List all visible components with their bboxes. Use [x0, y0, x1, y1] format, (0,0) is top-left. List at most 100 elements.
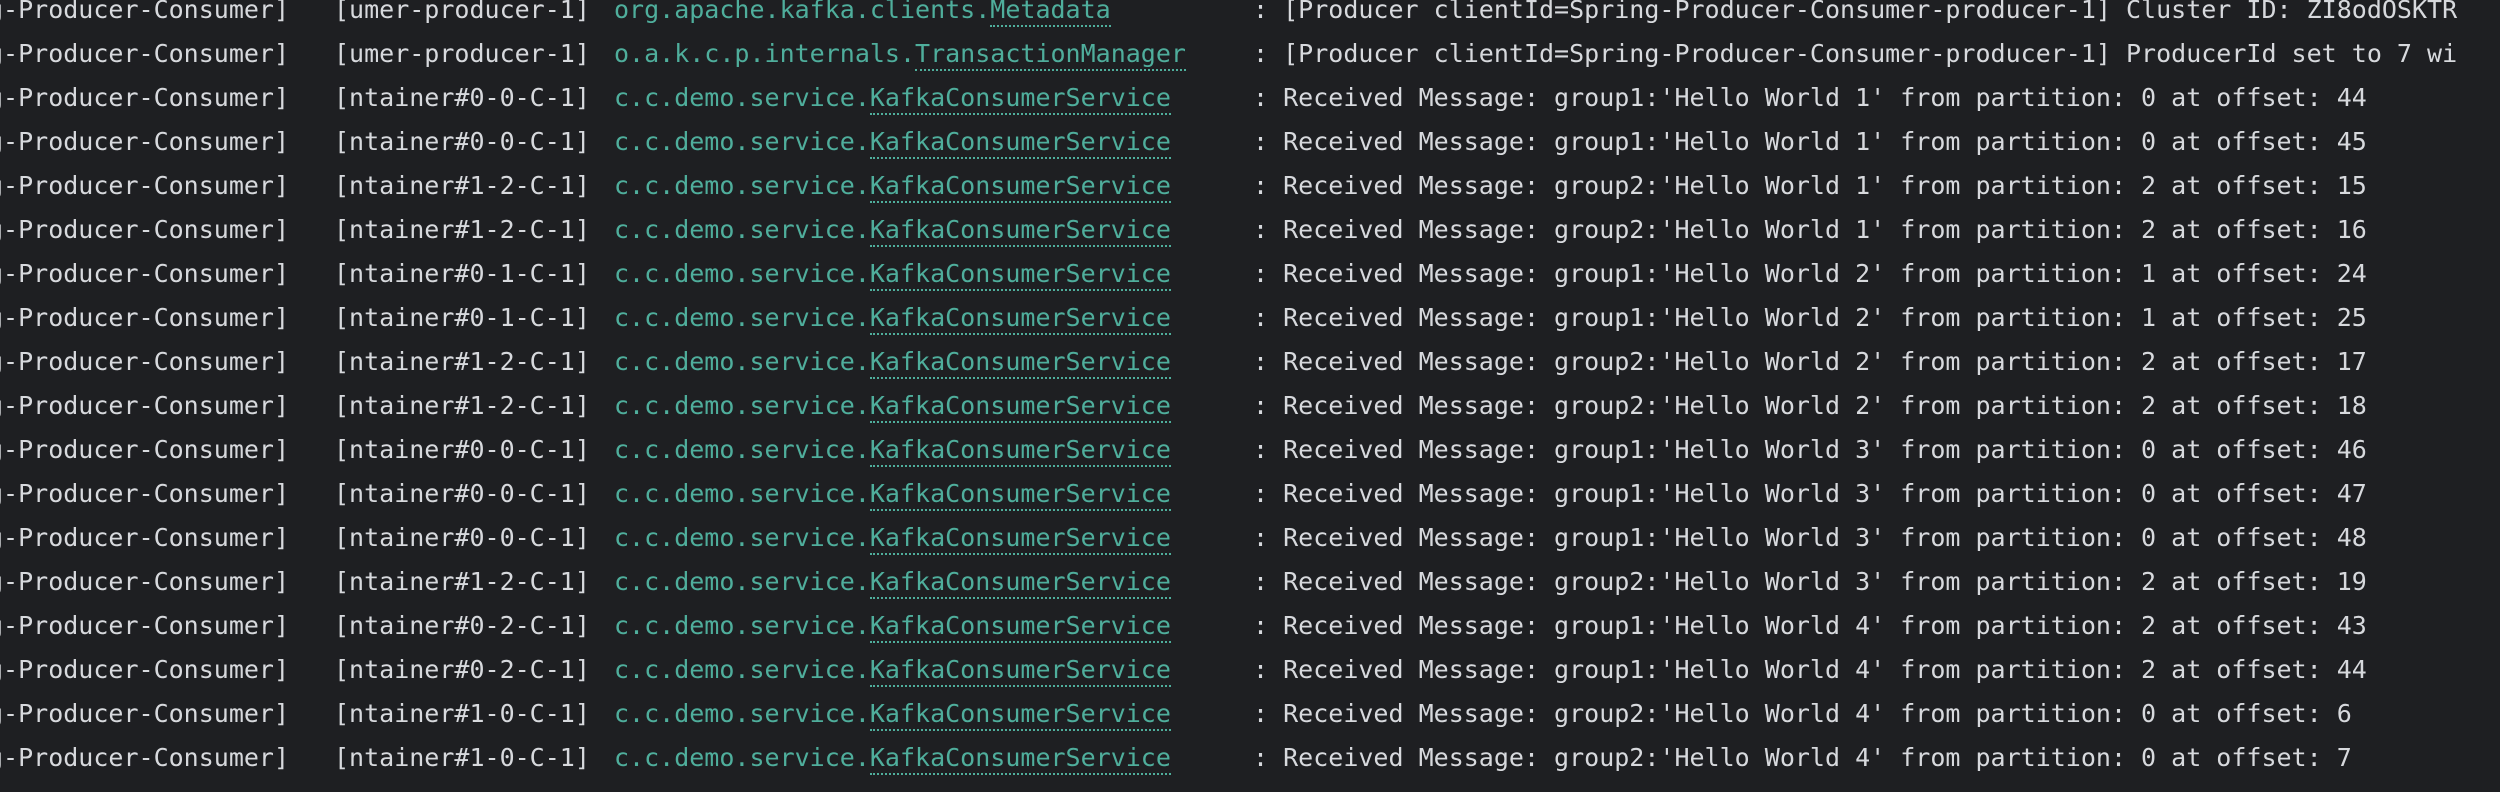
log-app-name: g-Producer-Consumer]	[0, 171, 290, 200]
log-logger: c.c.demo.service.KafkaConsumerService	[614, 252, 1171, 296]
log-message-text: Received Message: group1:'Hello World 4'…	[1283, 655, 2367, 684]
logger-package: c.c.demo.service.	[614, 303, 870, 332]
log-logger: c.c.demo.service.KafkaConsumerService	[614, 208, 1171, 252]
logger-class-link[interactable]: KafkaConsumerService	[869, 743, 1171, 775]
logger-package: c.c.demo.service.	[614, 435, 870, 464]
log-message-text: Received Message: group1:'Hello World 2'…	[1283, 259, 2367, 288]
log-message: : Received Message: group1:'Hello World …	[1253, 120, 2367, 164]
log-app-name: g-Producer-Consumer]	[0, 611, 290, 640]
logger-package: c.c.demo.service.	[614, 699, 870, 728]
logger-class-link[interactable]: KafkaConsumerService	[869, 127, 1171, 159]
log-app-name: g-Producer-Consumer]	[0, 523, 290, 552]
log-thread: [ntainer#0-2-C-1]	[334, 655, 590, 684]
logger-class-link[interactable]: KafkaConsumerService	[869, 523, 1171, 555]
log-logger: c.c.demo.service.KafkaConsumerService	[614, 164, 1171, 208]
log-thread: [ntainer#0-0-C-1]	[334, 127, 590, 156]
log-logger: c.c.demo.service.KafkaConsumerService	[614, 120, 1171, 164]
log-logger: c.c.demo.service.KafkaConsumerService	[614, 604, 1171, 648]
console-output[interactable]: g-Producer-Consumer] [umer-producer-1] o…	[0, 0, 2500, 792]
log-app-name: g-Producer-Consumer]	[0, 303, 290, 332]
logger-package: c.c.demo.service.	[614, 743, 870, 772]
log-logger: c.c.demo.service.KafkaConsumerService	[614, 296, 1171, 340]
logger-package: c.c.demo.service.	[614, 259, 870, 288]
log-app-name: g-Producer-Consumer]	[0, 567, 290, 596]
log-logger: c.c.demo.service.KafkaConsumerService	[614, 648, 1171, 692]
log-message-text: Received Message: group2:'Hello World 3'…	[1283, 567, 2367, 596]
log-thread: [ntainer#1-2-C-1]	[334, 215, 590, 244]
log-separator: :	[1253, 743, 1269, 772]
log-thread: [ntainer#1-2-C-1]	[334, 567, 590, 596]
logger-class-link[interactable]: KafkaConsumerService	[869, 215, 1171, 247]
logger-class-link[interactable]: KafkaConsumerService	[869, 567, 1171, 599]
log-message-text: Received Message: group1:'Hello World 2'…	[1283, 303, 2367, 332]
logger-class-link[interactable]: KafkaConsumerService	[869, 83, 1171, 115]
logger-class-link[interactable]: KafkaConsumerService	[869, 655, 1171, 687]
logger-class-link[interactable]: KafkaConsumerService	[869, 699, 1171, 731]
log-separator: :	[1253, 347, 1269, 376]
log-message: : Received Message: group1:'Hello World …	[1253, 428, 2367, 472]
log-message-text: Received Message: group2:'Hello World 4'…	[1283, 743, 2352, 772]
logger-package: c.c.demo.service.	[614, 171, 870, 200]
log-message: : Received Message: group1:'Hello World …	[1253, 472, 2367, 516]
log-thread: [ntainer#1-0-C-1]	[334, 743, 590, 772]
log-message-text: Received Message: group1:'Hello World 1'…	[1283, 83, 2367, 112]
logger-class-link[interactable]: KafkaConsumerService	[869, 391, 1171, 423]
log-message: : Received Message: group2:'Hello World …	[1253, 384, 2367, 428]
log-separator: :	[1253, 567, 1269, 596]
log-app-name: g-Producer-Consumer]	[0, 39, 290, 68]
log-message-text: [Producer clientId=Spring-Producer-Consu…	[1283, 0, 2458, 24]
log-logger: c.c.demo.service.KafkaConsumerService	[614, 428, 1171, 472]
log-separator: :	[1253, 39, 1269, 68]
logger-package: c.c.demo.service.	[614, 347, 870, 376]
log-app-name: g-Producer-Consumer]	[0, 0, 290, 24]
logger-class-link[interactable]: KafkaConsumerService	[869, 303, 1171, 335]
log-message: : Received Message: group1:'Hello World …	[1253, 76, 2367, 120]
logger-class-link[interactable]: KafkaConsumerService	[869, 611, 1171, 643]
log-app-name: g-Producer-Consumer]	[0, 435, 290, 464]
log-line: g-Producer-Consumer] [ntainer#0-1-C-1] c…	[0, 252, 2367, 296]
log-message: : Received Message: group1:'Hello World …	[1253, 252, 2367, 296]
logger-class-link[interactable]: KafkaConsumerService	[869, 259, 1171, 291]
logger-package: c.c.demo.service.	[614, 215, 870, 244]
log-line: g-Producer-Consumer] [ntainer#1-0-C-1] c…	[0, 692, 2352, 736]
log-separator: :	[1253, 83, 1269, 112]
log-line: g-Producer-Consumer] [ntainer#0-0-C-1] c…	[0, 428, 2367, 472]
logger-class-link[interactable]: KafkaConsumerService	[869, 347, 1171, 379]
log-line: g-Producer-Consumer] [ntainer#1-2-C-1] c…	[0, 384, 2367, 428]
log-separator: :	[1253, 699, 1269, 728]
logger-package: o.a.k.c.p.internals.	[614, 39, 916, 68]
log-thread: [ntainer#0-2-C-1]	[334, 611, 590, 640]
log-app-name: g-Producer-Consumer]	[0, 391, 290, 420]
log-line: g-Producer-Consumer] [ntainer#0-0-C-1] c…	[0, 516, 2367, 560]
log-thread: [ntainer#0-0-C-1]	[334, 83, 590, 112]
log-separator: :	[1253, 259, 1269, 288]
logger-package: c.c.demo.service.	[614, 655, 870, 684]
log-separator: :	[1253, 391, 1269, 420]
log-app-name: g-Producer-Consumer]	[0, 259, 290, 288]
log-thread: [ntainer#0-0-C-1]	[334, 523, 590, 552]
log-app-name: g-Producer-Consumer]	[0, 347, 290, 376]
log-line: g-Producer-Consumer] [ntainer#1-2-C-1] c…	[0, 340, 2367, 384]
log-separator: :	[1253, 435, 1269, 464]
log-app-name: g-Producer-Consumer]	[0, 127, 290, 156]
log-message-text: Received Message: group2:'Hello World 2'…	[1283, 347, 2367, 376]
logger-class-link[interactable]: KafkaConsumerService	[869, 435, 1171, 467]
log-line: g-Producer-Consumer] [ntainer#1-2-C-1] c…	[0, 208, 2367, 252]
log-message: : Received Message: group2:'Hello World …	[1253, 208, 2367, 252]
log-line: g-Producer-Consumer] [ntainer#1-2-C-1] c…	[0, 164, 2367, 208]
logger-package: c.c.demo.service.	[614, 391, 870, 420]
logger-class-link[interactable]: Metadata	[990, 0, 1111, 27]
log-message: : Received Message: group1:'Hello World …	[1253, 516, 2367, 560]
log-logger: c.c.demo.service.KafkaConsumerService	[614, 516, 1171, 560]
logger-class-link[interactable]: TransactionManager	[915, 39, 1186, 71]
log-separator: :	[1253, 171, 1269, 200]
logger-package: c.c.demo.service.	[614, 611, 870, 640]
log-thread: [ntainer#0-0-C-1]	[334, 435, 590, 464]
logger-class-link[interactable]: KafkaConsumerService	[869, 171, 1171, 203]
log-separator: :	[1253, 523, 1269, 552]
log-thread: [ntainer#0-0-C-1]	[334, 479, 590, 508]
logger-package: c.c.demo.service.	[614, 523, 870, 552]
log-app-name: g-Producer-Consumer]	[0, 743, 290, 772]
logger-class-link[interactable]: KafkaConsumerService	[869, 479, 1171, 511]
log-line: g-Producer-Consumer] [ntainer#1-2-C-1] c…	[0, 560, 2367, 604]
